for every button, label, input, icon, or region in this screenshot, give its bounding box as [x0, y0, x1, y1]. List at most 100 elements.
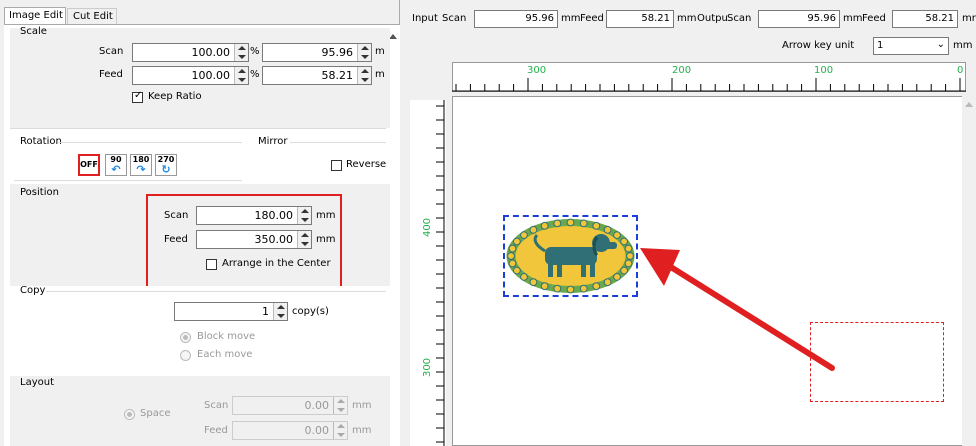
rotate-180-button[interactable]: 180 ↷: [130, 154, 152, 176]
rotation-group: [10, 132, 390, 182]
arrow-key-unit: mm: [953, 40, 973, 51]
output-feed-label: Feed: [862, 13, 886, 24]
rotate-arrow-icon: ↶: [111, 163, 121, 176]
stepper-buttons[interactable]: [333, 397, 347, 414]
input-label: Input: [412, 13, 438, 24]
arrange-center-checkbox[interactable]: [206, 259, 217, 270]
ruler-label-400: 400: [422, 217, 434, 238]
ruler-label-200: 200: [672, 65, 692, 76]
rotation-bottom-line: [14, 180, 242, 181]
rotate-arrow-icon: ↻: [161, 163, 171, 176]
scale-scan-mm-value: 95.96: [321, 46, 354, 59]
space-label: Space: [140, 408, 171, 419]
space-radio[interactable]: [124, 409, 135, 420]
output-scan-value: 95.96: [807, 13, 836, 24]
output-feed-unit: mr: [962, 13, 976, 24]
scale-feed-percent-value: 100.00: [191, 69, 231, 82]
scale-percent-unit: %: [250, 46, 260, 57]
copy-count-stepper[interactable]: 1: [174, 302, 288, 321]
copy-line: [46, 291, 386, 292]
copy-count-value: 1: [262, 305, 269, 318]
arrow-key-select[interactable]: 1 ⌄: [873, 37, 949, 55]
input-feed-field[interactable]: 58.21: [606, 10, 674, 28]
stepper-buttons[interactable]: [297, 231, 311, 248]
vertical-ruler-ticks: [436, 100, 445, 446]
layout-scan-stepper[interactable]: 0.00: [232, 396, 348, 415]
scroll-up-arrow-icon[interactable]: [389, 34, 397, 39]
reverse-checkbox[interactable]: [331, 160, 342, 171]
copy-group: [10, 286, 390, 374]
canvas-scrollbar[interactable]: [962, 96, 976, 446]
output-scan-unit: mm: [843, 13, 863, 24]
rotate-270-button[interactable]: 270 ↻: [155, 154, 177, 176]
tab-cut-edit-label: Cut Edit: [73, 11, 113, 22]
rotate-arrow-icon: ↷: [136, 163, 146, 176]
block-move-label: Block move: [197, 331, 256, 342]
scale-mm-unit: m: [375, 46, 385, 57]
stepper-buttons[interactable]: [297, 207, 311, 224]
output-feed-field[interactable]: 58.21: [892, 10, 958, 28]
position-title: Position: [20, 187, 59, 198]
each-move-label: Each move: [197, 349, 253, 360]
ruler-label-0: 0: [957, 65, 964, 76]
rotate-off-button[interactable]: OFF: [78, 154, 100, 176]
output-scan-label: Scan: [727, 13, 752, 24]
scale-percent-unit-2: %: [250, 69, 260, 80]
position-scan-label: Scan: [164, 210, 189, 221]
scale-feed-mm-value: 58.21: [321, 69, 354, 82]
each-move-radio[interactable]: [180, 350, 191, 361]
layout-feed-stepper[interactable]: 0.00: [232, 421, 348, 440]
target-area-box: [810, 322, 944, 402]
position-feed-label: Feed: [164, 234, 188, 245]
output-feed-value: 58.21: [925, 13, 954, 24]
layout-feed-value: 0.00: [304, 424, 330, 437]
scroll-up-arrow-icon[interactable]: [965, 102, 973, 107]
stepper-buttons[interactable]: [357, 67, 371, 84]
ruler-label-100: 100: [814, 65, 834, 76]
input-feed-label: Feed: [580, 13, 604, 24]
reverse-label: Reverse: [346, 159, 387, 170]
ruler-label-300: 300: [527, 65, 547, 76]
scale-feed-label: Feed: [99, 69, 123, 80]
scale-scan-percent-value: 100.00: [191, 46, 231, 59]
mirror-title: Mirror: [258, 136, 288, 147]
position-scan-stepper[interactable]: 180.00: [196, 206, 312, 225]
rotation-line: [58, 142, 242, 143]
copy-unit: copy(s): [292, 306, 329, 317]
scale-feed-percent-stepper[interactable]: 100.00: [132, 66, 249, 85]
scale-scan-mm-stepper[interactable]: 95.96: [262, 43, 372, 62]
position-scan-unit: mm: [316, 210, 336, 221]
arrow-key-value: 1: [877, 40, 884, 51]
block-move-radio[interactable]: [180, 332, 191, 343]
stepper-buttons[interactable]: [234, 67, 248, 84]
mirror-line: [290, 142, 386, 143]
input-scan-value: 95.96: [525, 13, 554, 24]
tab-image-edit[interactable]: Image Edit: [4, 7, 66, 24]
rotate-90-button[interactable]: 90 ↶: [105, 154, 127, 176]
layout-scan-value: 0.00: [304, 399, 330, 412]
layout-title: Layout: [20, 377, 54, 388]
scale-scan-label: Scan: [99, 46, 124, 57]
layout-scan-label: Scan: [204, 400, 229, 411]
input-scan-field[interactable]: 95.96: [474, 10, 558, 28]
stepper-buttons[interactable]: [357, 44, 371, 61]
arrange-center-label: Arrange in the Center: [222, 258, 331, 269]
layout-scan-unit: mm: [352, 400, 372, 411]
scale-scan-percent-stepper[interactable]: 100.00: [132, 43, 249, 62]
scale-feed-mm-stepper[interactable]: 58.21: [262, 66, 372, 85]
keep-ratio-label: Keep Ratio: [148, 91, 202, 102]
stepper-buttons[interactable]: [273, 303, 287, 320]
stepper-buttons[interactable]: [333, 422, 347, 439]
dog-image[interactable]: [505, 217, 636, 295]
input-feed-value: 58.21: [641, 13, 670, 24]
copy-title: Copy: [20, 285, 46, 296]
keep-ratio-checkbox[interactable]: ✓: [132, 90, 143, 103]
output-scan-field[interactable]: 95.96: [758, 10, 840, 28]
scale-divider: [10, 128, 386, 129]
stepper-buttons[interactable]: [234, 44, 248, 61]
position-scan-value: 180.00: [254, 209, 294, 222]
scale-title: Scale: [20, 26, 47, 37]
output-label: Outpu: [697, 13, 728, 24]
tab-cut-edit[interactable]: Cut Edit: [67, 8, 117, 24]
position-feed-stepper[interactable]: 350.00: [196, 230, 312, 249]
